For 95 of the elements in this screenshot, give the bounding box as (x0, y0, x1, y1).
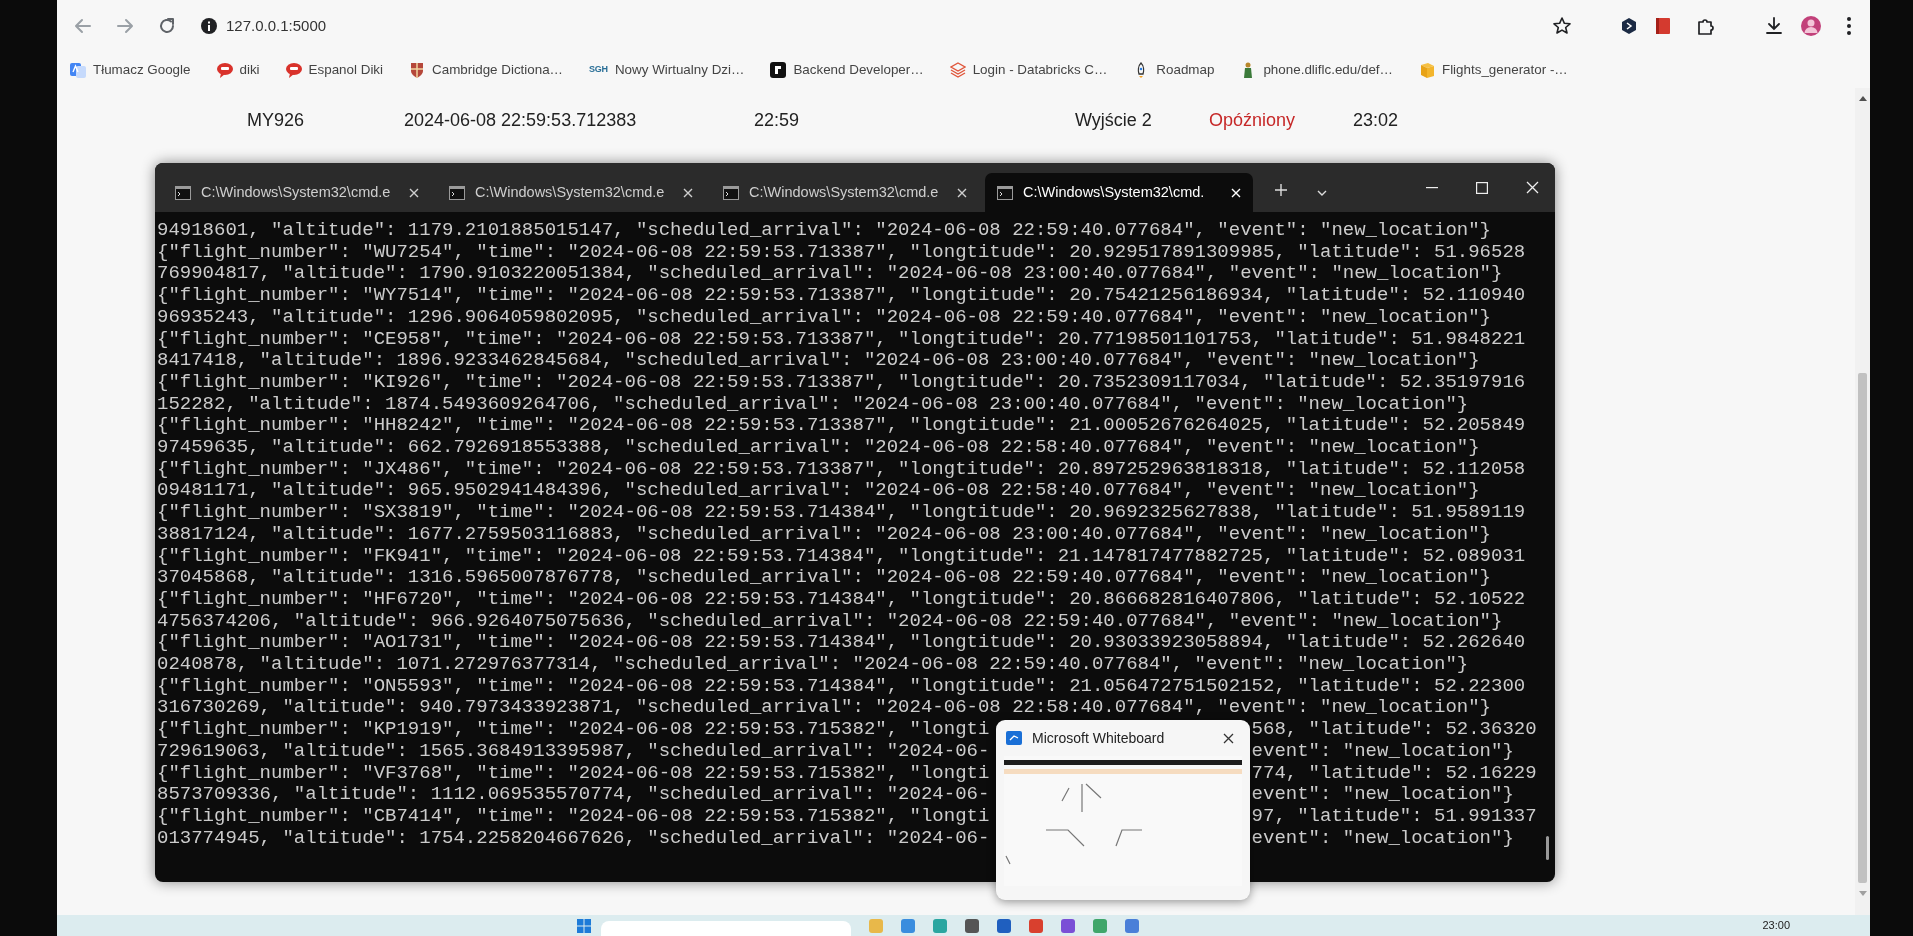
plus-icon[interactable] (1275, 184, 1287, 196)
terminal-line: 37045868, "altitude": 1316.5965007876778, "scheduled_arrival": "2024-06-08 22:59:40.077684", "event": "new_location"} (157, 567, 1492, 589)
terminal-line: 774, "latitude": 52.16229 (1251, 762, 1537, 785)
terminal-line: {"flight_number": "WU7254", "time": "2024-06-08 22:59:53.713387", "longtitude": 20.929517891309985, "latitude": 51.96528 (157, 241, 1526, 264)
terminal-scrollbar[interactable] (1546, 836, 1549, 860)
terminal-line: {"flight_number": "HF6720", "time": "2024-06-08 22:59:53.714384", "longtitude": 20.866682816407806, "latitude": 52.10522 (157, 588, 1526, 611)
scrollbar-thumb[interactable] (1858, 373, 1867, 883)
app-icon[interactable] (901, 918, 915, 933)
terminal-line: 97, "latitude": 51.991337 (1251, 806, 1537, 828)
bookmark[interactable]: Roadmap (1133, 59, 1215, 81)
terminal-icon (723, 185, 739, 200)
gate-cell-text: Wyjście 2 (1075, 108, 1153, 132)
avatar-icon[interactable] (1800, 15, 1822, 37)
terminal-line: {"flight_number": "HH8242", "time": "2024-06-08 22:59:53.713387", "longtitude": 21.00052676264025, "latitude": 52.205849 (157, 415, 1526, 438)
layers-icon (949, 62, 966, 78)
logo-text: SGH (589, 63, 608, 77)
app-icon[interactable] (965, 918, 979, 933)
terminal-line: {"flight_number": "CE958", "time": "2024-06-08 22:59:53.713387", "longtitude": 20.77198501101753, "latitude": 51.9848221 (157, 328, 1526, 351)
terminal-line: 013774945, "altitude": 1754.2258204667626, "scheduled_arrival": "2024-06- (157, 827, 990, 850)
whiteboard-icon (1006, 731, 1022, 745)
bookmark[interactable]: Login - Databricks C… (949, 59, 1108, 81)
start-icon[interactable] (577, 918, 591, 933)
terminal-line: {"flight_number": "SX3819", "time": "2024-06-08 22:59:53.714384", "longtitude": 20.9692325627838, "latitude": 51.9589119 (157, 502, 1526, 524)
chevron-down-icon[interactable] (1317, 190, 1327, 196)
terminal-line: {"flight_number": "CB7414", "time": "2024-06-08 22:59:53.715382", "longti (157, 806, 990, 828)
tile-icon (770, 62, 787, 78)
departure-time-cell-text: 22:59 (754, 108, 801, 132)
terminal-line: 97459635, "altitude": 662.7926918553388, "scheduled_arrival": "2024-06-08 22:58:40.077684", "event": "new_location"} (157, 437, 1480, 459)
terminal-line: 8417418, "altitude": 1896.9233462845684, "scheduled_arrival": "2024-06-08 23:00:40.077684", "event": "new_location"} (157, 350, 1480, 372)
shield-icon (409, 62, 426, 78)
terminal-line: 4756374206, "altitude": 966.9264075075636, "scheduled_arrival": "2024-06-08 22:59:40.077684", "event": "new_location"} (157, 610, 1503, 633)
translate-icon (70, 62, 86, 78)
clock: 23:00 (1762, 918, 1790, 934)
reload-icon[interactable] (158, 17, 176, 35)
speech-bubble-icon (216, 62, 233, 78)
puzzle-icon[interactable] (1696, 16, 1716, 36)
terminal-icon (449, 185, 465, 200)
terminal-line: 94918601, "altitude": 1179.2101885015147, "scheduled_arrival": "2024-06-08 22:59:40.077684", "event": "new_location"} (157, 220, 1492, 242)
bookmark[interactable]: Espanol Diki (285, 59, 384, 81)
popup-title: Microsoft Whiteboard (1032, 728, 1165, 748)
menu-icon[interactable] (1846, 16, 1852, 36)
terminal-line: 09481171, "altitude": 965.9502941484396, "scheduled_arrival": "2024-06-08 22:58:40.077684", "event": "new_location"} (157, 480, 1480, 503)
bookmark[interactable]: Flights_generator -… (1418, 59, 1568, 81)
terminal-tab[interactable]: C:\Windows\System32\cmd.e (711, 173, 979, 212)
terminal-line: 38817124, "altitude": 1677.2759503116883, "scheduled_arrival": "2024-06-08 23:00:40.077684", "event": "new_location"} (157, 523, 1492, 546)
search-field[interactable] (601, 921, 851, 936)
download-icon[interactable] (1764, 16, 1784, 36)
app-icon[interactable] (1125, 918, 1139, 933)
terminal-line: 8573709336, "altitude": 1112.069535570774, "scheduled_arrival": "2024-06- (157, 784, 990, 806)
terminal-line: {"flight_number": "JX486", "time": "2024-06-08 22:59:53.713387", "longtitude": 20.897252963818318, "latitude": 52.112058 (157, 458, 1526, 481)
terminal-line: 152282, "altitude": 1874.5493609264706, "scheduled_arrival": "2024-06-08 23:00:40.077684", "event": "new_location"} (157, 393, 1469, 416)
terminal-line: {"flight_number": "VF3768", "time": "2024-06-08 22:59:53.715382", "longti (157, 762, 990, 785)
star-icon[interactable] (1552, 16, 1572, 36)
speech-bubble-icon (285, 62, 302, 78)
terminal-line: event": "new_location"} (1251, 827, 1514, 850)
terminal-line: {"flight_number": "ON5593", "time": "2024-06-08 22:59:53.714384", "longtitude": 21.056472751502152, "latitude": 52.22300 (157, 675, 1526, 698)
terminal-tab[interactable]: C:\Windows\System32\cmd.e (437, 173, 705, 212)
terminal-line: 729619063, "altitude": 1565.3684913395987, "scheduled_arrival": "2024-06- (157, 740, 990, 763)
terminal-line: 316730269, "altitude": 940.7973433923871, "scheduled_arrival": "2024-06-08 22:58:40.077684", "event": "new_location"} (157, 697, 1492, 720)
terminal-icon (997, 185, 1013, 200)
terminal-icon (175, 185, 191, 200)
bookmark[interactable]: phone.dliflc.edu/def… (1240, 59, 1393, 81)
address-bar-url[interactable]: 127.0.0.1:5000 (226, 14, 327, 38)
scroll-up-icon[interactable] (1858, 96, 1867, 101)
bookmark[interactable]: Cambridge Dictiona… (409, 59, 563, 81)
status-cell-text: Opóźniony (1209, 108, 1297, 132)
terminal-line: 568, "latitude": 52.36320 (1251, 719, 1537, 741)
maximize-icon[interactable] (1476, 181, 1488, 194)
app-icon[interactable] (1061, 918, 1075, 933)
terminal-line: event": "new_location"} (1251, 740, 1514, 763)
terminal-line: 0240878, "altitude": 1071.272976377314, "scheduled_arrival": "2024-06-08 22:59:40.077684", "event": "new_location"} (157, 654, 1469, 676)
terminal-line: {"flight_number": "KI926", "time": "2024-06-08 22:59:53.713387", "longtitude": 20.7352309117034, "latitude": 52.35197916 (157, 371, 1526, 394)
close-icon[interactable] (1223, 732, 1234, 744)
terminal-tab[interactable]: C:\Windows\System32\cmd.e (163, 173, 431, 212)
hexagon-icon[interactable] (1620, 17, 1638, 35)
terminal-line: {"flight_number": "KP1919", "time": "2024-06-08 22:59:53.715382", "longti (157, 719, 990, 741)
terminal-line: event": "new_location"} (1251, 784, 1514, 806)
bookmark[interactable]: Backend Developer… (770, 59, 924, 81)
terminal-line: {"flight_number": "WY7514", "time": "2024-06-08 22:59:53.713387", "longtitude": 20.75421256186934, "latitude": 52.110940 (157, 285, 1526, 307)
terminal-line: 769904817, "altitude": 1790.9103220051384, "scheduled_arrival": "2024-06-08 23:00:40.077684", "event": "new_location"} (157, 263, 1503, 286)
flight-number-cell-text: MY926 (247, 108, 306, 132)
terminal-line: 96935243, "altitude": 1296.9064059802095, "scheduled_arrival": "2024-06-08 22:59:40.077684", "event": "new_location"} (157, 306, 1492, 329)
terminal-tab[interactable]: C:\Windows\System32\cmd. (985, 173, 1253, 212)
terminal-line: {"flight_number": "FK941", "time": "2024-06-08 22:59:53.714384", "longtitude": 21.147817477882725, "latitude": 52.089031 (157, 545, 1526, 568)
timestamp-cell-text: 2024-06-08 22:59:53.712383 (404, 108, 638, 132)
app-icon[interactable] (997, 918, 1011, 933)
info-icon[interactable] (200, 17, 218, 35)
scrollbar[interactable] (1855, 88, 1870, 915)
bookmark[interactable]: diki (216, 59, 260, 81)
bookmark[interactable]: Tłumacz Google (70, 59, 191, 81)
minimize-icon[interactable] (1426, 186, 1438, 189)
new-time-cell-text: 23:02 (1353, 108, 1400, 132)
app-icon[interactable] (1029, 918, 1043, 933)
bookmark[interactable]: SGH Nowy Wirtualny Dzi… (589, 59, 745, 81)
terminal-line: {"flight_number": "AO1731", "time": "2024-06-08 22:59:53.714384", "longtitude": 20.93033923058894, "latitude": 52.262640 (157, 632, 1526, 655)
